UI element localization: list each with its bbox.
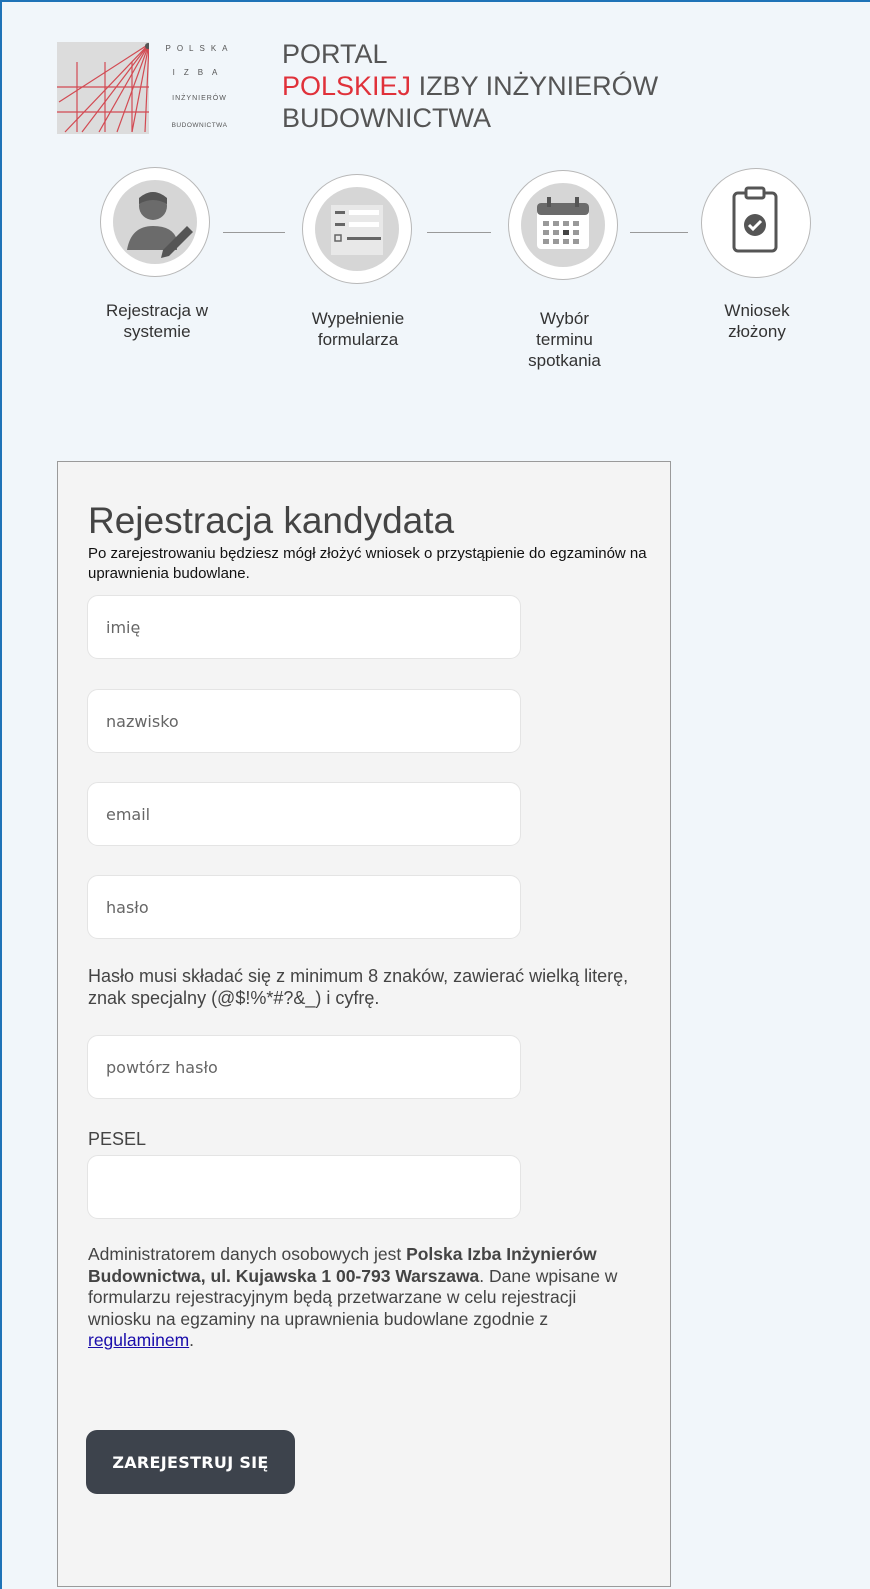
password-repeat-input[interactable] — [87, 1035, 521, 1099]
step-1-label: Rejestracja w systemie — [105, 301, 209, 341]
step-3-label: Wybór terminu spotkania — [528, 309, 601, 370]
consent-text: . — [189, 1330, 195, 1350]
registration-card: Rejestracja kandydata Po zarejestrowaniu… — [57, 461, 671, 1587]
form-title: Rejestracja kandydata — [88, 500, 455, 541]
step-connector — [427, 232, 491, 233]
regulations-link[interactable]: regulaminem — [88, 1330, 189, 1350]
logo-text-line: INŻYNIERÓW — [172, 95, 227, 102]
portal-title-red: POLSKIEJ — [282, 71, 412, 101]
calendar-icon — [521, 183, 605, 267]
pesel-input[interactable] — [87, 1155, 521, 1219]
register-button[interactable]: ZAREJESTRUJ SIĘ — [86, 1430, 295, 1494]
user-edit-icon — [113, 180, 197, 264]
email-input[interactable] — [87, 782, 521, 846]
logo-graphic — [57, 42, 151, 134]
form-list-icon — [315, 187, 399, 271]
form-subtitle: Po zarejestrowaniu będziesz mógł złożyć … — [88, 545, 647, 582]
portal-title-line3: BUDOWNICTWA — [282, 103, 491, 133]
portal-title-line1: PORTAL — [282, 39, 388, 69]
step-2-label: Wypełnienie formularza — [311, 309, 405, 349]
last-name-input[interactable] — [87, 689, 521, 753]
clipboard-check-icon — [732, 186, 778, 253]
step-3-circle — [508, 170, 618, 280]
portal-title-rest: IZBY INŻYNIERÓW — [411, 71, 659, 101]
step-4-label: Wniosek złożony — [724, 301, 790, 341]
logo-text: POLSKA IZBA INŻYNIERÓW BUDOWNICTWA — [152, 42, 247, 134]
step-1-circle — [100, 167, 210, 277]
first-name-input[interactable] — [87, 595, 521, 659]
step-connector — [223, 232, 285, 233]
portal-title: PORTAL POLSKIEJ IZBY INŻYNIERÓW BUDOWNIC… — [282, 38, 658, 134]
logo-text-line: IZBA — [172, 68, 227, 77]
step-4-circle — [701, 168, 811, 278]
logo-text-line: BUDOWNICTWA — [171, 122, 228, 129]
pesel-label: PESEL — [88, 1129, 147, 1149]
portal-title-line2: POLSKIEJ IZBY INŻYNIERÓW — [282, 70, 658, 102]
step-2-circle — [302, 174, 412, 284]
logo-text-line: POLSKA — [165, 44, 234, 53]
consent-text: Administratorem danych osobowych jest — [88, 1244, 407, 1264]
password-hint: Hasło musi składać się z minimum 8 znakó… — [88, 966, 629, 1008]
data-consent-text: Administratorem danych osobowych jest Po… — [88, 1244, 643, 1352]
password-input[interactable] — [87, 875, 521, 939]
step-connector — [630, 232, 688, 233]
